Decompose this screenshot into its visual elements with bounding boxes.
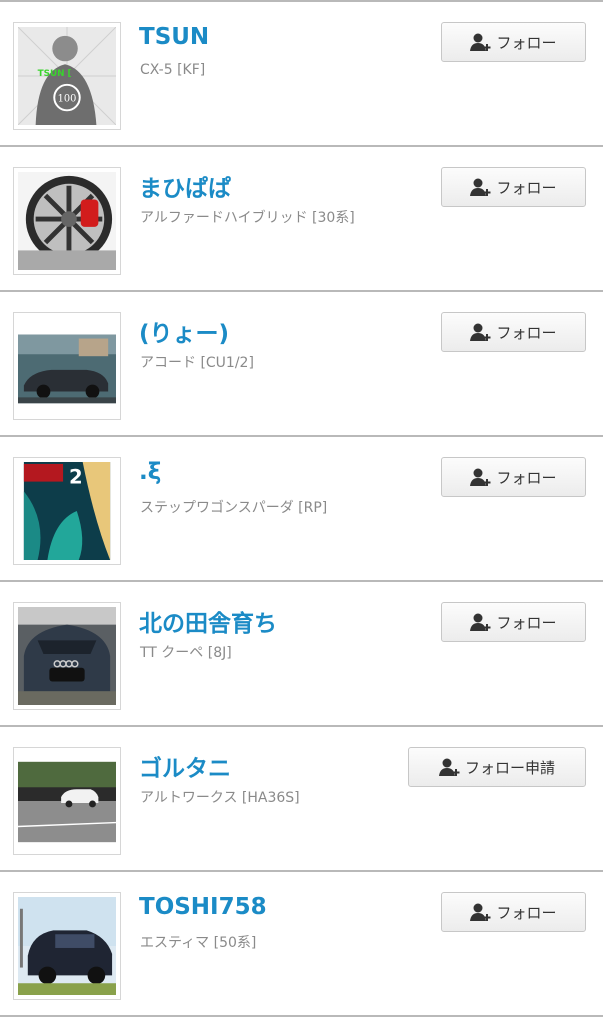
follow-button[interactable]: フォロー (441, 167, 586, 207)
user-name[interactable]: TOSHI758 (139, 894, 267, 920)
add-user-icon (470, 178, 491, 196)
list-item[interactable]: まひぱぱ アルファードハイブリッド [30系] フォロー (0, 147, 603, 292)
car-model: アルファードハイブリッド [30系] (140, 210, 355, 226)
thumb-caption: 2 (69, 466, 83, 489)
user-name[interactable]: ゴルタニ (139, 749, 231, 783)
list-item[interactable]: TOSHI758 エスティマ [50系] フォロー (0, 872, 603, 1017)
avatar[interactable]: TSUN [ 100 (13, 22, 121, 130)
avatar-image (18, 607, 116, 705)
avatar[interactable] (13, 602, 121, 710)
car-model: エスティマ [50系] (140, 935, 257, 951)
avatar-image (18, 752, 116, 850)
list-item[interactable]: (りょー) アコード [CU1/2] フォロー (0, 292, 603, 437)
avatar[interactable] (13, 892, 121, 1000)
avatar[interactable] (13, 167, 121, 275)
follow-button-label: フォロー (496, 903, 557, 922)
avatar[interactable] (13, 747, 121, 855)
user-name[interactable]: 北の田舎育ち (139, 604, 277, 638)
car-model: ステップワゴンスパーダ [RP] (140, 500, 328, 516)
follow-button[interactable]: フォロー (441, 22, 586, 62)
list-item[interactable]: 北の田舎育ち TT クーペ [8J] フォロー (0, 582, 603, 727)
add-user-icon (470, 468, 491, 486)
list-item[interactable]: TSUN [ 100 TSUN CX-5 [KF] フォロー (0, 2, 603, 147)
add-user-icon (470, 903, 491, 921)
user-name[interactable]: (りょー) (139, 314, 229, 348)
user-name[interactable]: まひぱぱ (139, 169, 231, 203)
follow-button[interactable]: フォロー (441, 312, 586, 352)
follow-request-button[interactable]: フォロー申請 (408, 747, 586, 787)
avatar-image (18, 897, 116, 995)
car-model: TT クーペ [8J] (140, 645, 232, 661)
avatar-image: TSUN [ 100 (18, 27, 116, 125)
avatar-image (18, 317, 116, 415)
user-list: TSUN [ 100 TSUN CX-5 [KF] フォロー まひぱぱ アルファ… (0, 0, 603, 1024)
add-user-icon (470, 323, 491, 341)
avatar[interactable]: 2 (13, 457, 121, 565)
user-name[interactable]: .ξ (139, 459, 161, 485)
avatar-image (18, 172, 116, 270)
list-item[interactable]: ゴルタニ アルトワークス [HA36S] フォロー申請 (0, 727, 603, 872)
thumb-badge: 100 (58, 93, 77, 104)
follow-button-label: フォロー (496, 178, 557, 197)
avatar[interactable] (13, 312, 121, 420)
add-user-icon (470, 33, 491, 51)
follow-button-label: フォロー (496, 323, 557, 342)
add-user-icon (470, 613, 491, 631)
avatar-image: 2 (18, 462, 116, 560)
follow-button[interactable]: フォロー (441, 602, 586, 642)
follow-button-label: フォロー (496, 468, 557, 487)
car-model: CX-5 [KF] (140, 62, 206, 78)
add-user-icon (438, 758, 460, 776)
list-item[interactable]: 2 .ξ ステップワゴンスパーダ [RP] フォロー (0, 437, 603, 582)
follow-button[interactable]: フォロー (441, 892, 586, 932)
follow-button-label: フォロー申請 (464, 758, 555, 777)
follow-button[interactable]: フォロー (441, 457, 586, 497)
car-model: アコード [CU1/2] (140, 355, 254, 371)
car-model: アルトワークス [HA36S] (140, 790, 300, 806)
user-name[interactable]: TSUN (139, 24, 209, 50)
follow-button-label: フォロー (496, 33, 557, 52)
follow-button-label: フォロー (496, 613, 557, 632)
thumb-caption: TSUN [ (38, 69, 72, 79)
